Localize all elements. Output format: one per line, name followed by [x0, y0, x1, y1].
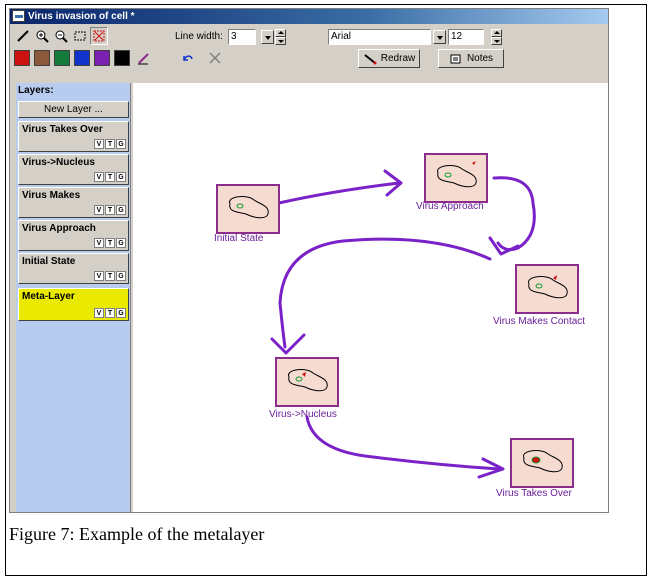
redraw-label: Redraw	[380, 53, 416, 64]
layer-name: Meta-Layer	[22, 291, 75, 302]
notes-label: Notes	[466, 53, 494, 64]
layer-visible-toggle[interactable]: V	[94, 205, 104, 215]
layer-graphics-toggle[interactable]: G	[116, 238, 126, 248]
clear-icon[interactable]	[206, 49, 224, 67]
node-label: Virus->Nucleus	[269, 409, 337, 420]
font-dropdown[interactable]	[433, 30, 446, 44]
line-width-field[interactable]: 3	[228, 29, 256, 45]
arrow-approach-to-contact	[492, 176, 536, 252]
node-label: Initial State	[214, 233, 264, 244]
color-swatch-black[interactable]	[114, 50, 130, 66]
node-thumbnail	[275, 357, 339, 407]
layer-visible-toggle[interactable]: V	[94, 238, 104, 248]
layer-name: Virus Makes	[22, 190, 81, 201]
layers-panel: Layers: New Layer ... Virus Takes Over V…	[16, 83, 131, 512]
layer-name: Virus Takes Over	[22, 124, 103, 135]
color-swatch-red[interactable]	[14, 50, 30, 66]
color-swatch-purple[interactable]	[94, 50, 110, 66]
node-thumbnail	[216, 184, 280, 234]
zoom-out-icon[interactable]	[52, 27, 70, 45]
node-label: Virus Approach	[416, 201, 484, 212]
layer-virus-nucleus[interactable]: Virus->Nucleus VTG	[18, 154, 129, 185]
notes-button[interactable]: Notes	[438, 49, 504, 68]
layer-text-toggle[interactable]: T	[105, 308, 115, 318]
layer-text-toggle[interactable]: T	[105, 139, 115, 149]
node-label: Virus Makes Contact	[493, 316, 586, 327]
zoom-in-icon[interactable]	[33, 27, 51, 45]
custom-color-pen-icon[interactable]	[134, 49, 152, 67]
layer-name: Virus Approach	[22, 223, 96, 234]
font-field[interactable]: Arial	[328, 29, 431, 45]
select-rect-icon[interactable]	[71, 27, 89, 45]
layer-virus-takes-over[interactable]: Virus Takes Over VTG	[18, 121, 129, 152]
app-icon	[12, 10, 25, 22]
layer-text-toggle[interactable]: T	[105, 271, 115, 281]
pen-tool-icon[interactable]	[14, 27, 32, 45]
arrow-initial-to-approach	[277, 181, 401, 205]
layer-visible-toggle[interactable]: V	[94, 139, 104, 149]
line-width-spinner[interactable]	[275, 29, 286, 45]
color-swatch-brown[interactable]	[34, 50, 50, 66]
layer-text-toggle[interactable]: T	[105, 238, 115, 248]
layer-visible-toggle[interactable]: V	[94, 308, 104, 318]
color-swatch-blue[interactable]	[74, 50, 90, 66]
app-window: Virus invasion of cell * Line width: 3 A…	[9, 8, 609, 513]
title-bar: Virus invasion of cell *	[10, 9, 608, 24]
layer-text-toggle[interactable]: T	[105, 172, 115, 182]
node-thumbnail	[424, 153, 488, 203]
arrowhead-3	[270, 333, 306, 355]
layers-title: Layers:	[18, 85, 54, 96]
layer-visible-toggle[interactable]: V	[94, 172, 104, 182]
layer-initial-state[interactable]: Initial State VTG	[18, 253, 129, 284]
node-thumbnail	[515, 264, 579, 314]
arrow-nucleus-to-takesover	[305, 415, 501, 471]
color-swatch-green[interactable]	[54, 50, 70, 66]
layer-virus-makes[interactable]: Virus Makes VTG	[18, 187, 129, 218]
window-title: Virus invasion of cell *	[28, 11, 135, 22]
drawing-canvas[interactable]: Initial State Virus Approach Virus Makes…	[133, 83, 608, 512]
layer-graphics-toggle[interactable]: G	[116, 139, 126, 149]
layer-visible-toggle[interactable]: V	[94, 271, 104, 281]
line-width-label: Line width:	[175, 31, 223, 42]
arrow-contact-to-nucleus	[278, 237, 492, 349]
layer-graphics-toggle[interactable]: G	[116, 205, 126, 215]
layer-name: Initial State	[22, 256, 76, 267]
node-thumbnail	[510, 438, 574, 488]
arrowhead-2	[488, 236, 520, 256]
redraw-button[interactable]: Redraw	[358, 49, 420, 68]
node-label: Virus Takes Over	[496, 488, 572, 499]
layer-graphics-toggle[interactable]: G	[116, 271, 126, 281]
delete-selection-icon[interactable]	[90, 27, 108, 45]
layer-graphics-toggle[interactable]: G	[116, 308, 126, 318]
figure-caption: Figure 7: Example of the metalayer	[9, 524, 265, 544]
notes-icon	[450, 54, 461, 63]
layer-meta-layer[interactable]: Meta-Layer VTG	[18, 288, 129, 321]
font-size-spinner[interactable]	[491, 29, 502, 45]
layer-text-toggle[interactable]: T	[105, 205, 115, 215]
layer-name: Virus->Nucleus	[22, 157, 95, 168]
redraw-icon	[364, 53, 377, 64]
layer-virus-approach[interactable]: Virus Approach VTG	[18, 220, 129, 251]
new-layer-button[interactable]: New Layer ...	[18, 101, 129, 118]
line-width-dropdown[interactable]	[261, 30, 274, 44]
layer-graphics-toggle[interactable]: G	[116, 172, 126, 182]
font-size-field[interactable]: 12	[448, 29, 484, 45]
undo-icon[interactable]	[178, 49, 196, 67]
